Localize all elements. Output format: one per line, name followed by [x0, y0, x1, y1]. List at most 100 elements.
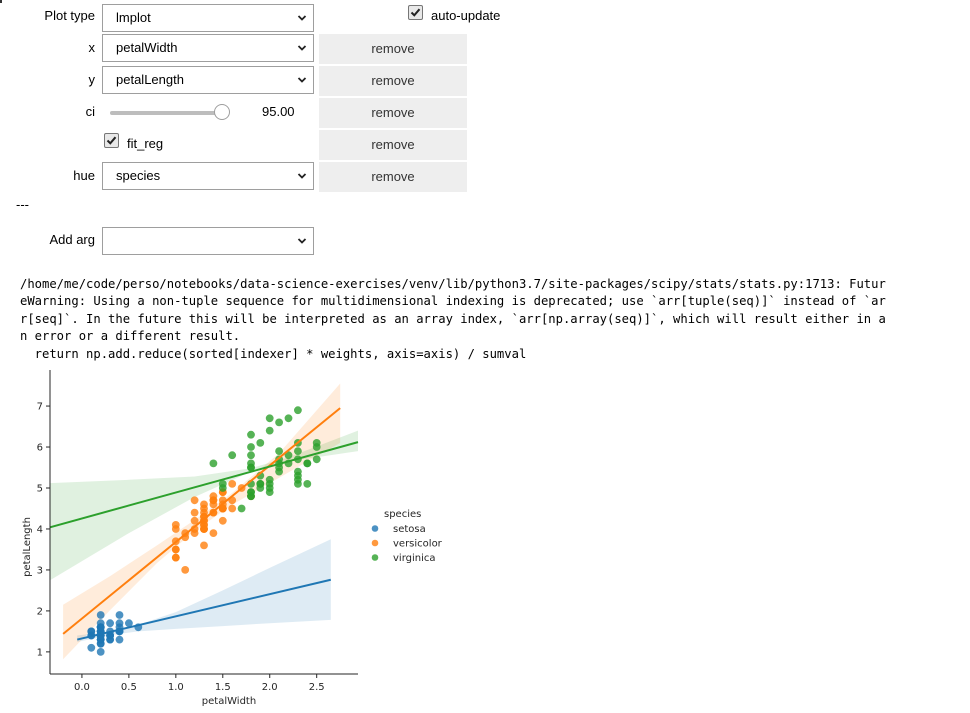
auto-update-checkbox[interactable] [408, 5, 423, 20]
remove-y-button[interactable]: remove [319, 66, 467, 96]
data-point-versicolor [171, 521, 180, 529]
data-point-virginica [303, 459, 312, 468]
data-point-virginica [294, 447, 302, 455]
data-point-versicolor [209, 492, 218, 501]
plot-type-value: lmplot [116, 10, 151, 25]
x-tick-label: 0.5 [121, 682, 137, 693]
data-point-versicolor [171, 545, 180, 554]
data-point-versicolor [181, 566, 190, 574]
remove-fit-reg-button[interactable]: remove [319, 130, 467, 160]
hue-select-value: species [116, 168, 161, 183]
data-point-virginica [294, 467, 302, 476]
data-point-versicolor [228, 504, 237, 513]
remove-ci-button[interactable]: remove [319, 98, 467, 128]
data-point-virginica [265, 488, 274, 496]
data-point-versicolor [209, 500, 218, 509]
arg-label-hue: hue [73, 168, 95, 183]
stderr-output: /home/me/code/perso/notebooks/data-scien… [20, 276, 886, 363]
data-point-virginica [256, 439, 265, 447]
y-select-value: petalLength [116, 72, 184, 87]
legend-marker-versicolor [371, 539, 379, 547]
fit-reg-checkbox[interactable] [104, 133, 119, 148]
data-point-virginica [312, 439, 321, 447]
plot-type-label: Plot type [44, 8, 95, 23]
data-point-versicolor [171, 553, 180, 562]
legend-label-versicolor: versicolor [393, 539, 443, 550]
ci-slider-value: 95.00 [262, 104, 295, 119]
data-point-virginica [237, 504, 246, 513]
data-point-versicolor [190, 496, 199, 505]
fit-reg-label: fit_reg [127, 136, 164, 151]
plot-type-select[interactable]: lmplot [102, 4, 314, 32]
legend-marker-setosa [371, 525, 379, 532]
y-select[interactable]: petalLength [102, 66, 314, 94]
data-point-virginica [256, 484, 265, 492]
data-point-versicolor [200, 500, 208, 509]
data-point-virginica [275, 447, 283, 455]
remove-x-button[interactable]: remove [319, 34, 467, 64]
x-select-value: petalWidth [116, 40, 178, 55]
y-tick-label: 6 [37, 443, 43, 454]
data-point-virginica [294, 406, 302, 415]
x-tick-label: 2.0 [262, 682, 278, 693]
data-point-virginica [247, 443, 255, 451]
x-tick-label: 2.5 [309, 682, 325, 693]
data-point-virginica [209, 459, 218, 468]
stderr-line: n error or a different result. [20, 329, 241, 344]
chevron-down-icon [297, 77, 307, 83]
data-point-virginica [303, 480, 312, 488]
data-point-versicolor [190, 508, 199, 517]
stderr-line: return np.add.reduce(sorted[indexer] * w… [20, 346, 527, 361]
legend-label-setosa: setosa [393, 524, 426, 535]
stderr-line: eWarning: Using a non-tuple sequence for… [20, 294, 886, 309]
add-arg-label: Add arg [49, 232, 95, 247]
ci-slider-handle[interactable] [214, 104, 231, 120]
legend-marker-virginica [371, 554, 379, 561]
separator: --- [16, 197, 29, 212]
data-point-versicolor [209, 529, 218, 537]
x-tick-label: 1.5 [215, 682, 231, 693]
x-tick-label: 1.0 [168, 682, 184, 693]
data-point-virginica [265, 475, 274, 484]
stderr-line: /home/me/code/perso/notebooks/data-scien… [20, 277, 886, 291]
data-point-versicolor [200, 541, 208, 550]
chevron-down-icon [297, 173, 307, 179]
x-axis-label: petalWidth [202, 696, 256, 707]
hue-select[interactable]: species [102, 162, 314, 190]
y-tick-label: 4 [37, 524, 43, 535]
data-point-setosa [96, 611, 105, 619]
stderr-line: r[seq]`. In the future this will be inte… [20, 311, 886, 326]
ci-slider-track[interactable] [110, 111, 228, 115]
legend-title: species [384, 509, 421, 520]
data-point-setosa [115, 611, 124, 619]
x-select[interactable]: petalWidth [102, 34, 314, 62]
y-axis-label: petalLength [22, 517, 33, 577]
y-tick-label: 3 [37, 565, 43, 576]
lmplot-chart: 0.0 0.5 1.0 1.5 2.0 2.5 1 2 3 4 5 6 7 petalWidth petal… [22, 370, 443, 707]
data-point-virginica [275, 467, 283, 476]
arg-label-x: x [88, 40, 96, 55]
data-point-virginica [294, 475, 302, 484]
x-tick-label: 0.0 [74, 682, 90, 693]
checkmark-icon [106, 136, 117, 145]
data-point-setosa [96, 648, 105, 656]
data-point-setosa [106, 619, 114, 628]
data-point-virginica [312, 455, 321, 464]
add-arg-select[interactable] [102, 227, 314, 255]
data-point-setosa [87, 643, 96, 652]
data-point-virginica [247, 451, 255, 460]
y-tick-label: 1 [37, 647, 43, 658]
data-point-virginica [265, 426, 274, 435]
arg-label-ci: ci [85, 104, 95, 119]
chevron-down-icon [297, 45, 307, 51]
remove-hue-button[interactable]: remove [319, 162, 467, 192]
data-point-versicolor [218, 516, 227, 525]
data-point-setosa [115, 635, 124, 644]
checkmark-icon [410, 8, 421, 17]
data-point-versicolor [228, 480, 237, 488]
chevron-down-icon [297, 15, 307, 21]
data-point-virginica [284, 414, 293, 423]
auto-update-label: auto-update [431, 8, 501, 23]
data-point-virginica [275, 418, 283, 427]
data-point-virginica [265, 414, 274, 423]
